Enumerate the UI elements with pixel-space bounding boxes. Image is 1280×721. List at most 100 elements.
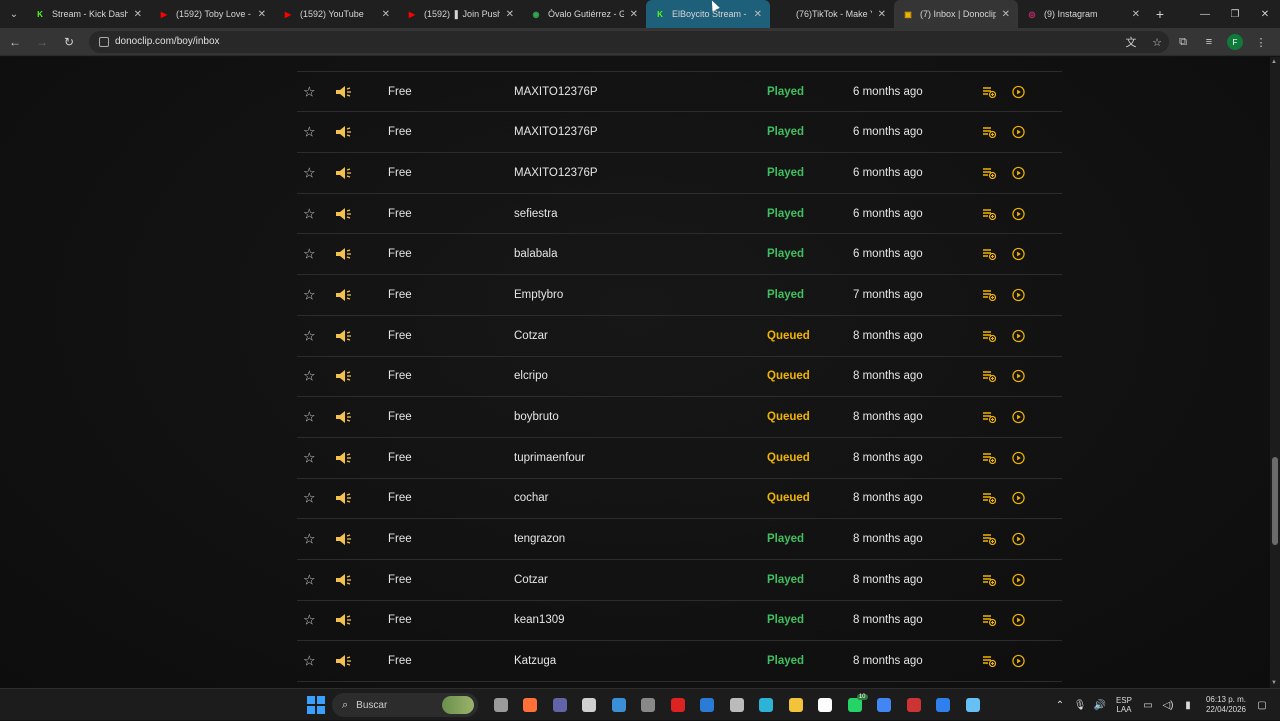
add-to-queue-icon[interactable] xyxy=(982,289,996,301)
tab-close-icon[interactable]: ✕ xyxy=(258,9,266,20)
favorite-star-icon[interactable]: ☆ xyxy=(303,653,316,670)
add-to-queue-icon[interactable] xyxy=(982,126,996,139)
play-clip-icon[interactable] xyxy=(1012,166,1025,180)
tab-close-icon[interactable]: ✕ xyxy=(1132,9,1140,20)
translate-icon[interactable]: 文 xyxy=(1118,30,1144,54)
media-controls-icon[interactable]: ≡ xyxy=(1196,30,1222,54)
taskbar-mail-app-icon[interactable] xyxy=(693,694,723,716)
browser-tab[interactable]: ♪ (76)TikTok - Make Your Day ✕ xyxy=(770,0,894,28)
taskbar-shield-app-icon[interactable] xyxy=(722,694,752,716)
add-to-queue-icon[interactable] xyxy=(982,370,996,383)
tray-chevron-icon[interactable]: ⌃ xyxy=(1050,700,1070,711)
taskbar-store-icon[interactable] xyxy=(575,694,605,716)
address-bar[interactable]: donoclip.com/boy/inbox xyxy=(89,30,1169,53)
table-row[interactable]: ☆ Free tengrazon Played 8 months ago xyxy=(297,519,1062,560)
table-row[interactable]: ☆ Free elcripo Queued 8 months ago xyxy=(297,357,1062,398)
taskbar-tablet-app-icon[interactable] xyxy=(604,694,634,716)
browser-tab[interactable]: ▣ (7) Inbox | Donoclip ✕ xyxy=(894,0,1018,28)
play-clip-icon[interactable] xyxy=(1012,126,1025,139)
browser-tab[interactable]: K Stream - Kick Dashboard ✕ xyxy=(26,0,150,28)
tab-close-icon[interactable]: ✕ xyxy=(134,9,142,20)
browser-tab[interactable]: ▶ (1592) Toby Love - Tengo ✕ xyxy=(150,0,274,28)
volume-icon[interactable]: ◁) xyxy=(1158,700,1178,711)
favorite-star-icon[interactable]: ☆ xyxy=(303,164,316,181)
browser-tab[interactable]: ◉ Óvalo Gutiérrez - Google Maps ✕ xyxy=(522,0,646,28)
favorite-star-icon[interactable]: ☆ xyxy=(303,490,316,507)
taskbar-blue-app-icon[interactable] xyxy=(929,694,959,716)
extensions-icon[interactable]: ⧉ xyxy=(1170,30,1196,54)
browser-tab[interactable]: ▶ (1592) YouTube ✕ xyxy=(274,0,398,28)
add-to-queue-icon[interactable] xyxy=(982,167,996,179)
page-scrollbar[interactable]: ▲ ▼ xyxy=(1270,57,1280,688)
tab-close-icon[interactable]: ✕ xyxy=(630,9,638,20)
tab-close-icon[interactable]: ✕ xyxy=(878,9,886,20)
play-clip-icon[interactable] xyxy=(1012,248,1025,261)
taskbar-file-explorer-icon[interactable] xyxy=(781,694,811,716)
table-row[interactable]: ☆ Free Cotzar Played 8 months ago xyxy=(297,560,1062,601)
add-to-queue-icon[interactable] xyxy=(982,614,996,627)
table-row[interactable]: ☆ Free boybruto Queued 8 months ago xyxy=(297,397,1062,438)
tab-close-icon[interactable]: ✕ xyxy=(506,9,514,20)
minimize-icon[interactable]: — xyxy=(1190,0,1220,28)
play-clip-icon[interactable] xyxy=(1012,573,1025,586)
menu-kebab-icon[interactable]: ⋮ xyxy=(1248,30,1274,54)
play-clip-icon[interactable] xyxy=(1012,410,1025,424)
add-to-queue-icon[interactable] xyxy=(982,574,996,586)
tab-close-icon[interactable]: ✕ xyxy=(382,9,390,20)
table-row[interactable]: ☆ Free sefiestra Played 6 months ago xyxy=(297,194,1062,235)
forward-icon[interactable]: → xyxy=(30,30,54,54)
add-to-queue-icon[interactable] xyxy=(982,411,996,424)
add-to-queue-icon[interactable] xyxy=(982,330,996,342)
speaker-icon[interactable]: 🔊 xyxy=(1090,700,1110,711)
new-tab-button[interactable]: + xyxy=(1148,0,1172,28)
favorite-star-icon[interactable]: ☆ xyxy=(303,246,316,263)
table-row[interactable]: ☆ Free Katzuga Played 8 months ago xyxy=(297,641,1062,682)
play-clip-icon[interactable] xyxy=(1012,492,1025,505)
add-to-queue-icon[interactable] xyxy=(982,655,996,668)
favorite-star-icon[interactable]: ☆ xyxy=(303,449,316,466)
favorite-star-icon[interactable]: ☆ xyxy=(303,531,316,548)
scroll-down-icon[interactable]: ▼ xyxy=(1271,680,1277,686)
favorite-star-icon[interactable]: ☆ xyxy=(303,286,316,303)
add-to-queue-icon[interactable] xyxy=(982,452,996,464)
favorite-star-icon[interactable]: ☆ xyxy=(303,571,316,588)
table-row[interactable]: ☆ Free MAXITO12376P Played 6 months ago xyxy=(297,72,1062,113)
battery-icon[interactable]: ▮ xyxy=(1178,700,1198,711)
taskbar-chrome-icon[interactable] xyxy=(870,694,900,716)
add-to-queue-icon[interactable] xyxy=(982,208,996,220)
table-row[interactable]: ☆ Free cochar Queued 8 months ago xyxy=(297,479,1062,520)
table-row[interactable]: ☆ Free tuprimaenfour Queued 8 months ago xyxy=(297,438,1062,479)
table-row[interactable]: ☆ Free MAXITO12376P Played 6 months ago xyxy=(297,112,1062,154)
add-to-queue-icon[interactable] xyxy=(982,492,996,505)
microphone-icon[interactable]: 🎙 xyxy=(1070,700,1090,711)
back-icon[interactable]: ← xyxy=(3,30,27,54)
play-clip-icon[interactable] xyxy=(1012,532,1025,546)
table-row[interactable]: ☆ Free Cotzar Queued 8 months ago xyxy=(297,316,1062,357)
play-clip-icon[interactable] xyxy=(1012,370,1025,383)
taskbar-whatsapp-icon[interactable]: 10 xyxy=(840,694,870,716)
browser-tab[interactable]: ▶ (1592) ❚ Join Push Pull ✕ xyxy=(398,0,522,28)
favorite-star-icon[interactable]: ☆ xyxy=(303,124,316,141)
favorite-star-icon[interactable]: ☆ xyxy=(303,83,316,100)
play-clip-icon[interactable] xyxy=(1012,85,1025,98)
taskbar-edge-icon[interactable] xyxy=(752,694,782,716)
taskbar-pen-app-icon[interactable] xyxy=(634,694,664,716)
add-to-queue-icon[interactable] xyxy=(982,86,996,98)
browser-tab[interactable]: ◎ (9) Instagram ✕ xyxy=(1018,0,1148,28)
tab-close-icon[interactable]: ✕ xyxy=(754,9,762,20)
taskbar-steam-icon[interactable] xyxy=(958,694,988,716)
network-icon[interactable]: ▭ xyxy=(1138,700,1158,711)
play-clip-icon[interactable] xyxy=(1012,451,1025,464)
browser-tab[interactable]: K ElBoycito Stream - Watch ✕ xyxy=(646,0,770,28)
scrollbar-thumb[interactable] xyxy=(1272,457,1278,545)
play-clip-icon[interactable] xyxy=(1012,654,1025,668)
tab-close-icon[interactable]: ✕ xyxy=(1002,9,1010,20)
table-row[interactable]: ☆ Free MAXITO12376P Played 6 months ago xyxy=(297,153,1062,194)
taskbar-firefox-icon[interactable] xyxy=(516,694,546,716)
play-clip-icon[interactable] xyxy=(1012,207,1025,220)
site-info-icon[interactable] xyxy=(99,36,109,47)
add-to-queue-icon[interactable] xyxy=(982,533,996,546)
taskbar-chrome-alt-icon[interactable] xyxy=(899,694,929,716)
play-clip-icon[interactable] xyxy=(1012,329,1025,342)
table-row[interactable]: ☆ Free kean1309 Played 8 months ago xyxy=(297,601,1062,642)
